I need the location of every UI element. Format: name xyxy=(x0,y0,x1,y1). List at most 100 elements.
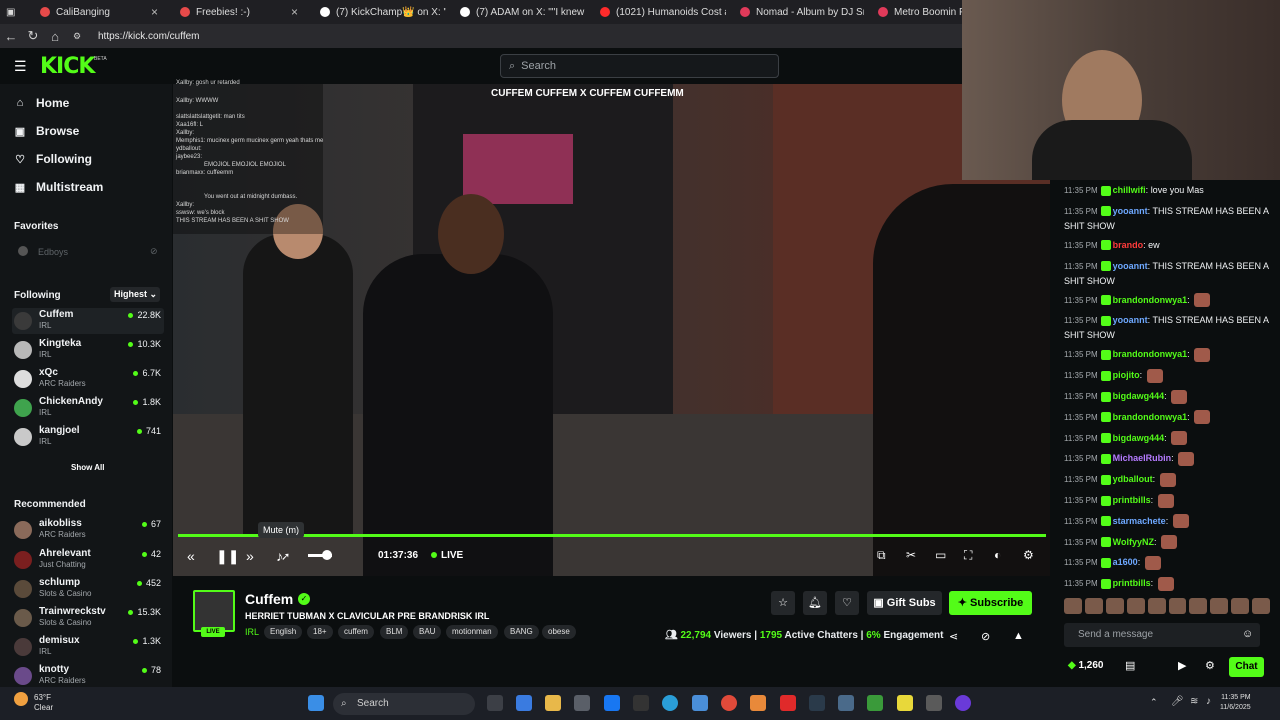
channel-item[interactable]: Trainwreckstv Slots & Casino 15.3K xyxy=(12,605,164,631)
message-username[interactable]: yooannt xyxy=(1113,315,1148,325)
taskbar-clock[interactable]: 11:35 PM 11/6/2025 xyxy=(1220,693,1251,713)
share-icon[interactable]: ⋖ xyxy=(949,630,958,643)
emote-bar[interactable] xyxy=(1064,598,1271,616)
streamer-name[interactable]: Cuffem xyxy=(245,591,293,607)
rewind-icon[interactable]: « xyxy=(187,548,195,564)
emote[interactable] xyxy=(1147,598,1166,614)
url-field[interactable]: https://kick.com/cuffem xyxy=(98,31,200,42)
emote[interactable] xyxy=(1231,598,1250,614)
browser-tab[interactable]: (1021) Humanoids Cost as M× xyxy=(586,0,726,24)
show-all-button[interactable]: Show All xyxy=(71,463,104,472)
tab-menu-icon[interactable]: ▣ xyxy=(0,0,22,24)
channel-item[interactable]: ChickenAndy IRL 1.8K xyxy=(12,395,164,421)
follow-heart-button[interactable]: ♡ xyxy=(835,591,859,615)
vlc-icon[interactable] xyxy=(750,695,766,711)
clip-icon[interactable]: ✂ xyxy=(906,548,916,562)
video-player[interactable]: CUFFEM CUFFEM X CUFFEM CUFFEMM xyxy=(173,84,1050,576)
tray-chevron-icon[interactable]: ⌃ xyxy=(1150,697,1158,708)
theater-mode-icon[interactable]: ▭ xyxy=(935,548,946,562)
copilot-icon[interactable] xyxy=(516,695,532,711)
tag-chip[interactable]: BANG xyxy=(504,625,539,639)
emote[interactable] xyxy=(1168,598,1187,614)
task-view-icon[interactable] xyxy=(487,695,503,711)
fullscreen-icon[interactable]: ⛶ xyxy=(964,548,972,563)
tag-chip[interactable]: motionman xyxy=(446,625,498,639)
browser-tab[interactable]: Freebies! :-) × xyxy=(166,0,306,24)
channel-item[interactable]: Cuffem IRL 22.8K xyxy=(12,308,164,334)
message-username[interactable]: printbills xyxy=(1113,495,1151,505)
report-icon[interactable]: ▲ xyxy=(1013,630,1024,642)
channel-item[interactable]: knotty ARC Raiders 78 xyxy=(12,663,164,689)
channel-item[interactable]: schlump Slots & Casino 452 xyxy=(12,576,164,602)
message-username[interactable]: brandondonwya1 xyxy=(1113,295,1188,305)
message-username[interactable]: printbills xyxy=(1113,578,1151,588)
message-username[interactable]: brandondonwya1 xyxy=(1113,412,1188,422)
emote[interactable] xyxy=(1189,598,1208,614)
kick-cast-icon[interactable]: ▶ xyxy=(1178,659,1186,672)
edge-icon[interactable] xyxy=(662,695,678,711)
notification-bell-icon[interactable]: 🔔︎ xyxy=(803,591,827,615)
emote[interactable] xyxy=(1105,598,1124,614)
favorite-item[interactable]: Edboys xyxy=(38,247,68,257)
miniplayer-icon[interactable]: ⧉ xyxy=(877,548,886,563)
tag-chip[interactable]: cuffem xyxy=(338,625,374,639)
progress-bar[interactable] xyxy=(178,534,1046,537)
weather-widget[interactable]: 63°F Clear xyxy=(34,693,53,713)
facebook-icon[interactable] xyxy=(604,695,620,711)
hide-icon[interactable]: ⊘ xyxy=(981,630,990,643)
emote[interactable] xyxy=(1064,598,1082,614)
xbox-icon[interactable] xyxy=(867,695,883,711)
chat-send-button[interactable]: Chat xyxy=(1229,657,1264,677)
message-username[interactable]: yooannt xyxy=(1113,206,1148,216)
home-nav-icon[interactable]: ⌂ xyxy=(44,29,66,44)
chat-input[interactable]: Send a message xyxy=(1064,623,1260,647)
store-icon[interactable]: ▤ xyxy=(1125,659,1135,672)
message-username[interactable]: ydballout xyxy=(1113,474,1153,484)
channel-item[interactable]: demisux IRL 1.3K xyxy=(12,634,164,660)
message-username[interactable]: bigdawg444 xyxy=(1113,391,1165,401)
message-username[interactable]: chillwifi xyxy=(1113,185,1146,195)
reload-icon[interactable]: ↻ xyxy=(22,28,44,44)
back-icon[interactable]: ← xyxy=(0,29,22,44)
tag-chip[interactable]: obese xyxy=(542,625,576,639)
obs-icon[interactable] xyxy=(955,695,971,711)
settings-app-icon[interactable] xyxy=(926,695,942,711)
message-username[interactable]: MichaelRubin xyxy=(1113,453,1172,463)
fast-forward-icon[interactable]: » xyxy=(246,548,254,564)
message-username[interactable]: WolfyyNZ xyxy=(1113,537,1154,547)
wifi-icon[interactable]: ≋ xyxy=(1190,696,1198,707)
browser-tab[interactable]: (7) ADAM on X: ""I knew pe× xyxy=(446,0,586,24)
channel-item[interactable]: Ahrelevant Just Chatting 42 xyxy=(12,547,164,573)
close-tab-icon[interactable]: × xyxy=(291,5,298,19)
app-icon[interactable] xyxy=(838,695,854,711)
taskbar-search[interactable]: ⌕ Search xyxy=(333,693,475,715)
youtube-icon[interactable] xyxy=(780,695,796,711)
search-input[interactable]: ⌕ Search xyxy=(500,54,779,78)
streamer-avatar[interactable] xyxy=(193,590,235,632)
channel-item[interactable]: aikobliss ARC Raiders 67 xyxy=(12,517,164,543)
tag-chip[interactable]: 18+ xyxy=(307,625,333,639)
subscribe-button[interactable]: ✦ Subscribe xyxy=(949,591,1032,615)
file-explorer-icon[interactable] xyxy=(545,695,561,711)
gift-subs-button[interactable]: ▣ Gift Subs xyxy=(867,591,942,615)
close-tab-icon[interactable]: × xyxy=(151,5,158,19)
steam-icon[interactable] xyxy=(809,695,825,711)
mic-icon[interactable]: 🎤︎ xyxy=(1171,696,1184,707)
quality-icon[interactable]: ◐ xyxy=(994,548,1001,562)
emoji-icon[interactable]: ☺ xyxy=(1242,628,1253,640)
message-username[interactable]: starmachete xyxy=(1113,516,1166,526)
channel-item[interactable]: Kingteka IRL 10.3K xyxy=(12,337,164,363)
store-app-icon[interactable] xyxy=(574,695,590,711)
emote[interactable] xyxy=(1084,598,1103,614)
chat-settings-icon[interactable]: ⚙ xyxy=(1205,659,1215,672)
emote[interactable] xyxy=(1126,598,1145,614)
amazon-icon[interactable] xyxy=(633,695,649,711)
live-indicator[interactable]: LIVE xyxy=(431,550,463,561)
nav-following[interactable]: ♡ Following xyxy=(14,152,92,166)
settings-icon[interactable]: ⚙ xyxy=(1023,548,1034,562)
favorite-star-button[interactable]: ☆ xyxy=(771,591,795,615)
windows-start-icon[interactable] xyxy=(308,695,324,711)
hamburger-menu-icon[interactable]: ☰ xyxy=(14,58,27,75)
nav-multistream[interactable]: ▦ Multistream xyxy=(14,180,104,194)
nav-home[interactable]: ⌂ Home xyxy=(14,96,70,110)
